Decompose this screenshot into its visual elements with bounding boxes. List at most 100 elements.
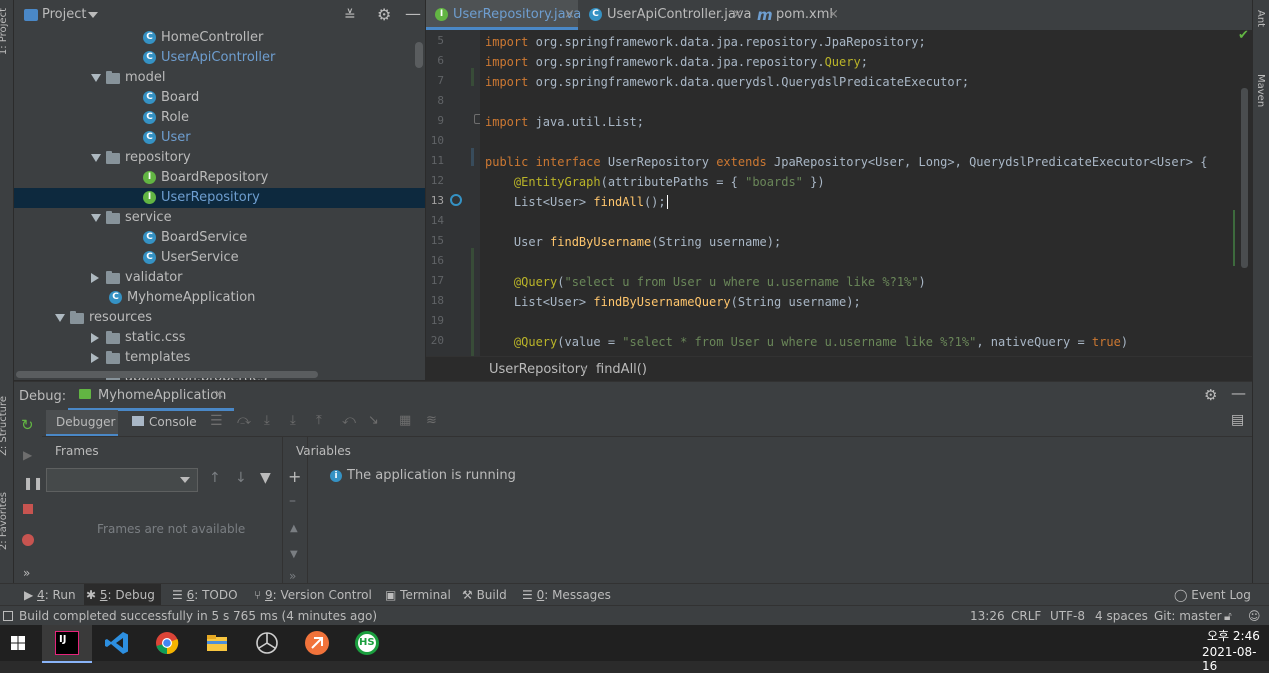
- line-separator[interactable]: CRLF: [1011, 606, 1041, 626]
- chevron-down-icon[interactable]: [91, 74, 101, 82]
- hs-icon[interactable]: HS: [353, 629, 381, 657]
- breadcrumb-item[interactable]: findAll(): [596, 357, 647, 383]
- tool-tab-run[interactable]: ▶ 4: Run: [22, 584, 82, 606]
- tree-item[interactable]: C Role: [14, 108, 425, 128]
- indent-setting[interactable]: 4 spaces: [1095, 606, 1148, 626]
- chevron-down-icon[interactable]: [55, 314, 65, 322]
- close-icon[interactable]: ×: [828, 0, 839, 30]
- minimize-icon[interactable]: —: [1231, 384, 1246, 402]
- more-icon[interactable]: »: [289, 569, 296, 583]
- drop-frame-icon[interactable]: ⤺: [342, 413, 356, 428]
- project-view-title[interactable]: Project: [42, 7, 86, 22]
- step-out-icon[interactable]: ⤒: [316, 413, 322, 428]
- tree-item[interactable]: static.css: [14, 328, 425, 348]
- chevron-right-icon[interactable]: [91, 353, 99, 363]
- collapse-all-icon[interactable]: ≚: [344, 8, 356, 24]
- tree-item[interactable]: model: [14, 68, 425, 88]
- app5-icon[interactable]: [253, 629, 281, 657]
- tree-item[interactable]: C BoardService: [14, 228, 425, 248]
- tool-tab-bug[interactable]: ✱ 5: Debug: [84, 584, 161, 606]
- tab-userapicontroller[interactable]: C UserApiController.java ×: [582, 0, 752, 30]
- trace-icon[interactable]: ≋: [426, 413, 437, 428]
- windows-icon[interactable]: [4, 629, 32, 657]
- breakpoints-icon[interactable]: [22, 534, 34, 546]
- gear-icon[interactable]: ⚙: [1204, 386, 1217, 404]
- git-branch[interactable]: Git: master: [1154, 606, 1222, 626]
- evaluate-icon[interactable]: ▦: [399, 413, 411, 428]
- code-editor[interactable]: import org.springframework.data.jpa.repo…: [480, 30, 1240, 356]
- tree-item[interactable]: C Board: [14, 88, 425, 108]
- tab-pom[interactable]: m pom.xml ×: [754, 0, 844, 30]
- step-over-icon[interactable]: ⤼: [237, 413, 251, 428]
- tree-item[interactable]: repository: [14, 148, 425, 168]
- chevron-right-icon[interactable]: [91, 273, 99, 283]
- layout-icon[interactable]: ▤: [1231, 412, 1244, 428]
- chrome-icon[interactable]: [153, 629, 181, 657]
- tab-userrepository[interactable]: I UserRepository.java ×: [426, 0, 581, 30]
- inspector-icon[interactable]: ☺: [1248, 606, 1261, 626]
- close-icon[interactable]: ×: [732, 0, 743, 30]
- clock-date[interactable]: 2021-08-16: [1202, 645, 1269, 673]
- maven-side-tab[interactable]: Maven: [1255, 74, 1266, 107]
- thread-select[interactable]: [46, 468, 198, 492]
- chevron-down-icon[interactable]: [88, 12, 98, 18]
- tab-console[interactable]: Console: [128, 410, 208, 434]
- tree-item[interactable]: C MyhomeApplication: [14, 288, 425, 308]
- remove-watch-icon[interactable]: –: [289, 493, 296, 509]
- tree-item[interactable]: C UserApiController: [14, 48, 425, 68]
- clock-time[interactable]: 오후 2:46: [1207, 627, 1260, 644]
- filter-icon[interactable]: ▼: [260, 470, 271, 486]
- gear-icon[interactable]: ⚙: [377, 5, 391, 24]
- move-up-icon[interactable]: ▲: [290, 523, 298, 534]
- tree-item[interactable]: resources: [14, 308, 425, 328]
- lock-icon[interactable]: 🔓︎: [1224, 606, 1232, 626]
- menu-icon[interactable]: ☰: [210, 413, 223, 429]
- tree-item[interactable]: C HomeController: [14, 28, 425, 48]
- project-side-tab[interactable]: 1: Project: [0, 8, 9, 55]
- tree-scrollbar[interactable]: [415, 42, 423, 68]
- force-step-into-icon[interactable]: ⤓: [290, 413, 296, 428]
- chevron-right-icon[interactable]: [91, 333, 99, 343]
- step-into-icon[interactable]: ⤓: [264, 413, 270, 428]
- ant-side-tab[interactable]: Ant: [1255, 10, 1266, 27]
- chevron-down-icon[interactable]: [91, 214, 101, 222]
- toggle-tool-windows-icon[interactable]: [3, 611, 13, 621]
- tree-item[interactable]: service: [14, 208, 425, 228]
- add-watch-icon[interactable]: +: [288, 467, 301, 486]
- resume-icon[interactable]: ▶: [23, 448, 32, 462]
- editor-scrollbar[interactable]: [1241, 88, 1248, 268]
- tree-item[interactable]: C UserService: [14, 248, 425, 268]
- chevron-down-icon[interactable]: [91, 154, 101, 162]
- tree-item[interactable]: templates: [14, 348, 425, 368]
- arrow-down-icon[interactable]: ↓: [235, 470, 247, 486]
- status-message[interactable]: Build completed successfully in 5 s 765 …: [19, 606, 377, 626]
- tree-item[interactable]: validator: [14, 268, 425, 288]
- rerun-icon[interactable]: ↻: [21, 416, 34, 434]
- tool-tab-list[interactable]: ☰ 6: TODO: [170, 584, 244, 606]
- pause-icon[interactable]: ❚❚: [23, 476, 43, 490]
- tree-item[interactable]: I BoardRepository: [14, 168, 425, 188]
- favorites-side-tab[interactable]: 2: Favorites: [0, 492, 9, 550]
- close-icon[interactable]: ×: [564, 0, 575, 30]
- minimize-icon[interactable]: —: [405, 4, 421, 23]
- tool-tab-vcs[interactable]: ⑂ 9: Version Control: [252, 584, 378, 606]
- arrow-up-icon[interactable]: ↑: [209, 470, 221, 486]
- close-icon[interactable]: ×: [214, 387, 224, 401]
- app6-icon[interactable]: [303, 629, 331, 657]
- explorer-icon[interactable]: [203, 629, 231, 657]
- tree-item[interactable]: I UserRepository: [14, 188, 425, 208]
- run-to-cursor-icon[interactable]: ↘: [368, 413, 379, 428]
- tree-item[interactable]: C User: [14, 128, 425, 148]
- more-icon[interactable]: »: [23, 566, 30, 580]
- vscode-icon[interactable]: [103, 629, 131, 657]
- tool-tab-terminal[interactable]: ▣ Terminal: [383, 584, 457, 606]
- debug-config-tab[interactable]: MyhomeApplication ×: [68, 382, 234, 411]
- event-log-tab[interactable]: ◯ Event Log: [1174, 584, 1251, 606]
- breadcrumb-item[interactable]: UserRepository: [489, 357, 588, 383]
- structure-side-tab[interactable]: Z: Structure: [0, 396, 9, 456]
- tab-debugger[interactable]: Debugger: [46, 410, 118, 436]
- tool-tab-messages[interactable]: ☰ 0: Messages: [520, 584, 617, 606]
- file-encoding[interactable]: UTF-8: [1050, 606, 1085, 626]
- tool-tab-hammer[interactable]: ⚒ Build: [460, 584, 513, 606]
- tree-hscrollbar[interactable]: [16, 371, 318, 378]
